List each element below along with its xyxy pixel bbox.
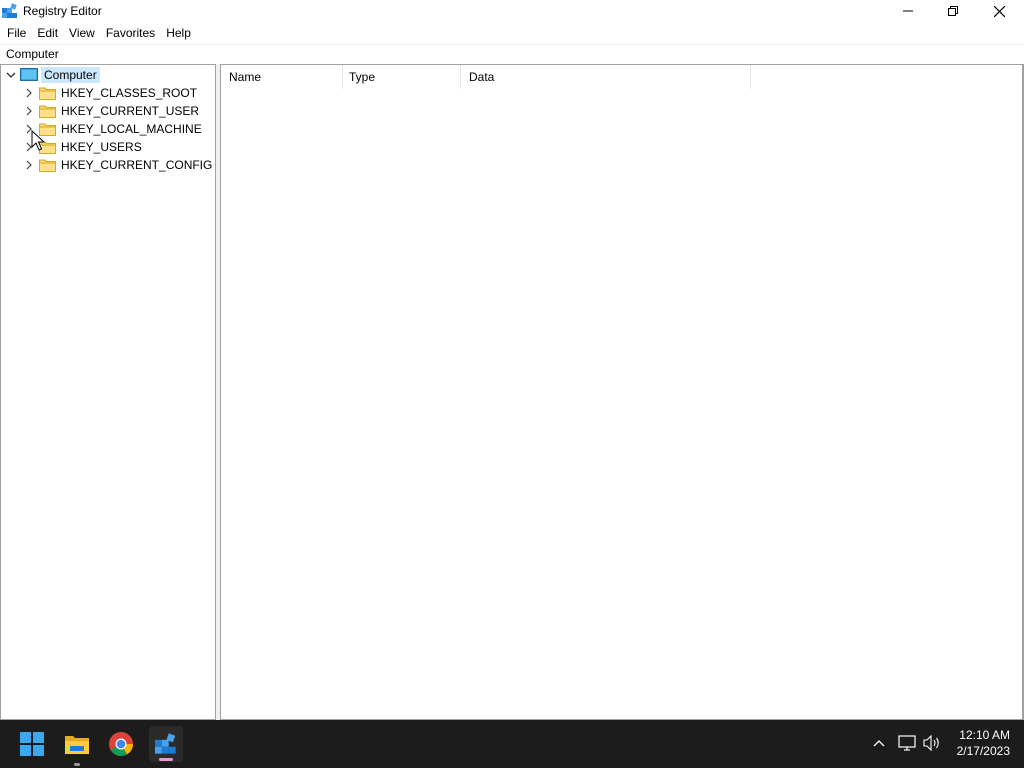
registry-editor-window: Registry Editor File Edit View Favorites…: [0, 0, 1024, 720]
tree-item-computer[interactable]: Computer: [5, 66, 100, 84]
menu-file[interactable]: File: [3, 23, 30, 43]
network-icon: [898, 735, 916, 751]
tree-item-hkey-local-machine[interactable]: HKEY_LOCAL_MACHINE: [23, 120, 202, 138]
menu-view[interactable]: View: [65, 23, 99, 43]
start-button[interactable]: [16, 728, 48, 760]
chevron-right-icon[interactable]: [23, 102, 35, 120]
folder-icon: [39, 105, 56, 118]
file-explorer-icon: [65, 736, 89, 754]
clock-time: 12:10 AM: [959, 728, 1010, 742]
tree-item-hkey-current-config[interactable]: HKEY_CURRENT_CONFIG: [23, 156, 212, 174]
clock[interactable]: 12:10 AM 2/17/2023: [948, 728, 1010, 758]
key-tree-pane[interactable]: Computer HKEY_CLASSES_ROOT HKEY_CURRENT_…: [0, 64, 216, 720]
restore-button[interactable]: [930, 0, 976, 22]
registry-editor-icon: [2, 3, 17, 18]
registry-editor-icon: [155, 733, 176, 754]
tree-label-hkey-local-machine[interactable]: HKEY_LOCAL_MACHINE: [61, 121, 202, 137]
taskbar-chrome[interactable]: [105, 728, 137, 760]
taskbar: 12:10 AM 2/17/2023: [0, 720, 1024, 768]
tree-label-hkey-users[interactable]: HKEY_USERS: [61, 139, 142, 155]
window-title: Registry Editor: [23, 4, 102, 18]
chevron-down-icon[interactable]: [5, 66, 17, 84]
tree-label-computer[interactable]: Computer: [41, 67, 100, 83]
restore-icon: [948, 6, 958, 16]
volume-icon: [923, 734, 939, 752]
minimize-button[interactable]: [885, 0, 931, 22]
show-hidden-icons-button[interactable]: [872, 736, 886, 753]
computer-icon: [20, 68, 38, 81]
chevron-right-icon[interactable]: [23, 156, 35, 174]
clock-date: 2/17/2023: [956, 744, 1010, 758]
volume-button[interactable]: [923, 734, 941, 754]
close-button[interactable]: [976, 0, 1022, 22]
menu-help[interactable]: Help: [162, 23, 195, 43]
column-header-name[interactable]: Name: [221, 65, 343, 89]
address-path[interactable]: Computer: [6, 47, 59, 61]
network-button[interactable]: [898, 735, 916, 754]
tree-label-hkey-current-config[interactable]: HKEY_CURRENT_CONFIG: [61, 157, 212, 173]
start-icon: [20, 732, 44, 756]
tree-item-hkey-classes-root[interactable]: HKEY_CLASSES_ROOT: [23, 84, 197, 102]
folder-icon: [39, 87, 56, 100]
close-icon: [993, 5, 1005, 17]
menu-favorites[interactable]: Favorites: [102, 23, 159, 43]
taskbar-file-explorer[interactable]: [61, 728, 93, 766]
column-header-data[interactable]: Data: [461, 65, 751, 89]
chevron-right-icon[interactable]: [23, 84, 35, 102]
tree-item-hkey-current-user[interactable]: HKEY_CURRENT_USER: [23, 102, 199, 120]
values-list-pane[interactable]: Name Type Data: [220, 64, 1024, 720]
column-header-type[interactable]: Type: [341, 65, 461, 89]
menu-edit[interactable]: Edit: [33, 23, 62, 43]
taskbar-registry-editor[interactable]: [149, 726, 183, 762]
chrome-icon: [109, 732, 133, 757]
folder-icon: [39, 159, 56, 172]
address-bar[interactable]: Computer: [0, 44, 1024, 63]
mouse-cursor-icon: [31, 130, 45, 151]
title-bar[interactable]: Registry Editor: [0, 0, 1024, 22]
tree-label-hkey-current-user[interactable]: HKEY_CURRENT_USER: [61, 103, 199, 119]
minimize-icon: [903, 10, 913, 12]
tree-label-hkey-classes-root[interactable]: HKEY_CLASSES_ROOT: [61, 85, 197, 101]
chevron-up-icon: [873, 740, 885, 747]
menu-bar: File Edit View Favorites Help: [0, 23, 195, 43]
